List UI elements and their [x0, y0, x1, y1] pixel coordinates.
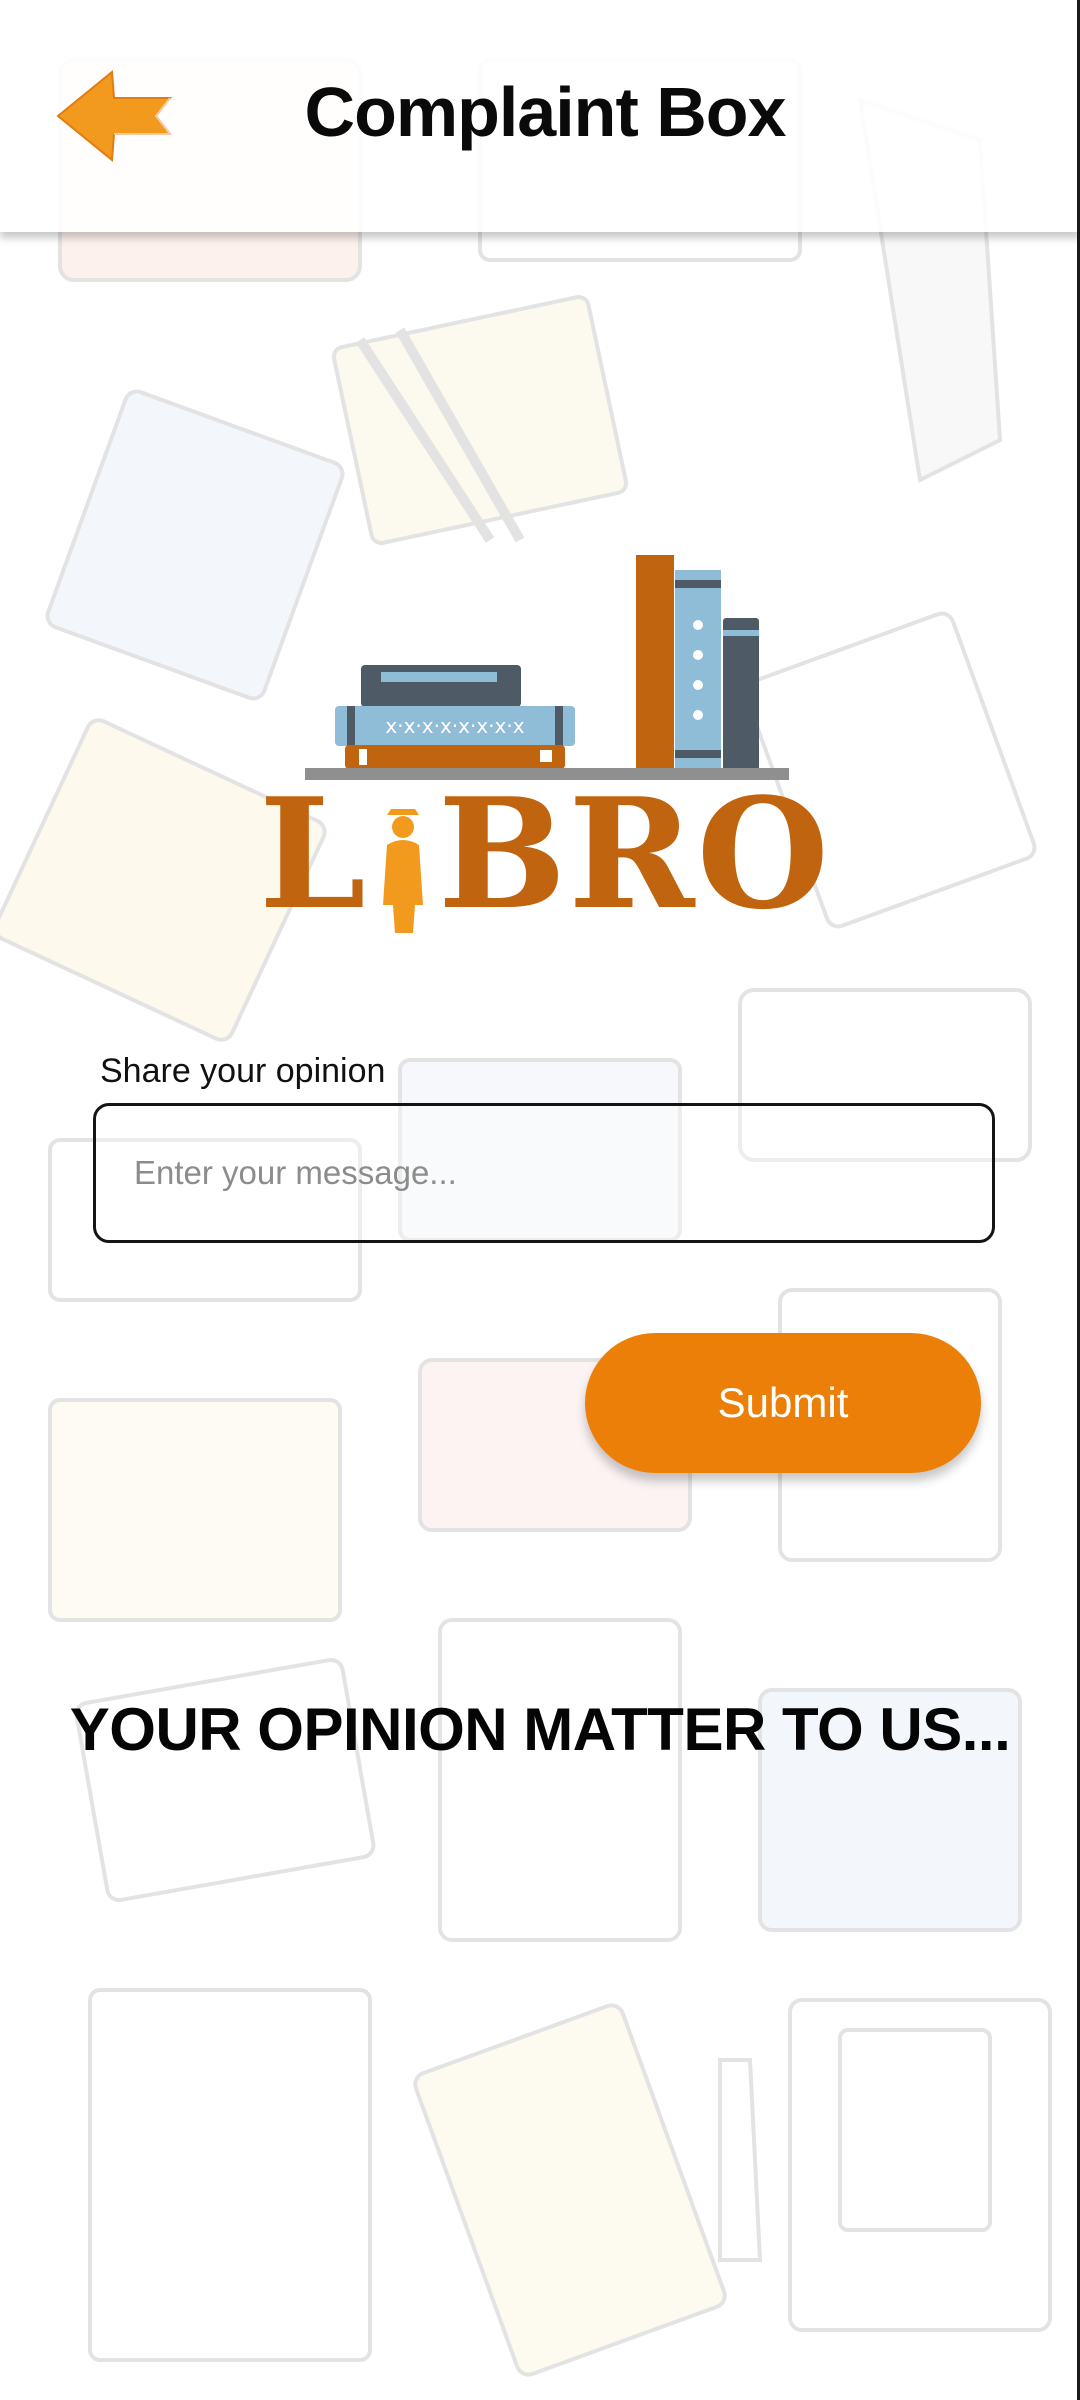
- graduate-figure-icon: [383, 809, 423, 933]
- svg-text:x·x·x·x·x·x·x·x: x·x·x·x·x·x·x·x: [385, 714, 524, 738]
- tagline-text: YOUR OPINION MATTER TO US...: [69, 1696, 1011, 1763]
- arrow-left-icon: [56, 70, 173, 162]
- opinion-label: Share your opinion: [100, 1052, 386, 1090]
- submit-button[interactable]: Submit: [585, 1333, 981, 1473]
- app-header: Complaint Box: [0, 0, 1080, 232]
- back-button[interactable]: [52, 66, 192, 176]
- page-title: Complaint Box: [304, 73, 787, 151]
- message-input-box[interactable]: [93, 1103, 995, 1243]
- logo-wordmark: L BRO: [258, 764, 832, 943]
- libro-logo: x·x·x·x·x·x·x·x L BRO: [255, 540, 835, 940]
- message-input[interactable]: [96, 1106, 992, 1240]
